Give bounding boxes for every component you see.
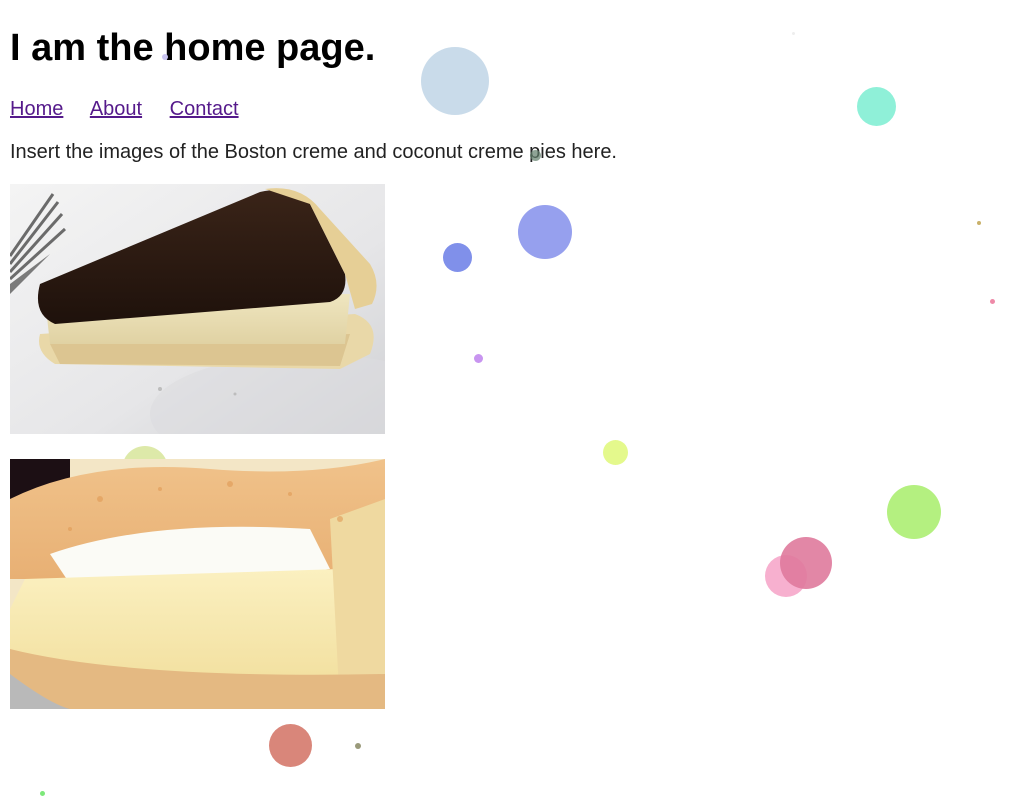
decorative-bubble: [857, 87, 896, 126]
page-title: I am the home page.: [10, 27, 376, 69]
decorative-bubble: [269, 724, 312, 767]
decorative-bubble: [474, 354, 483, 363]
decorative-bubble: [443, 243, 472, 272]
page: I am the home page. Home About Contact I…: [0, 0, 1017, 809]
boston-creme-pie-image: [10, 184, 385, 434]
decorative-bubble: [977, 221, 981, 225]
main-content: I am the home page. Home About Contact I…: [10, 0, 617, 709]
decorative-bubble: [780, 537, 832, 589]
decorative-bubble: [792, 32, 795, 35]
decorative-bubble: [40, 791, 45, 796]
decorative-bubble: [603, 440, 628, 465]
decorative-bubble: [887, 485, 941, 539]
nav-link-home[interactable]: Home: [10, 98, 63, 120]
decorative-bubble: [421, 47, 489, 115]
nav-link-about[interactable]: About: [90, 98, 142, 120]
decorative-bubble: [355, 743, 361, 749]
decorative-bubble: [162, 54, 168, 60]
main-nav: Home About Contact: [10, 97, 617, 121]
intro-text: Insert the images of the Boston creme an…: [10, 141, 617, 163]
coconut-creme-pie-image: [10, 459, 385, 709]
nav-link-contact[interactable]: Contact: [170, 98, 239, 120]
decorative-bubble: [990, 299, 995, 304]
decorative-bubble: [530, 150, 541, 161]
decorative-bubble: [518, 205, 572, 259]
